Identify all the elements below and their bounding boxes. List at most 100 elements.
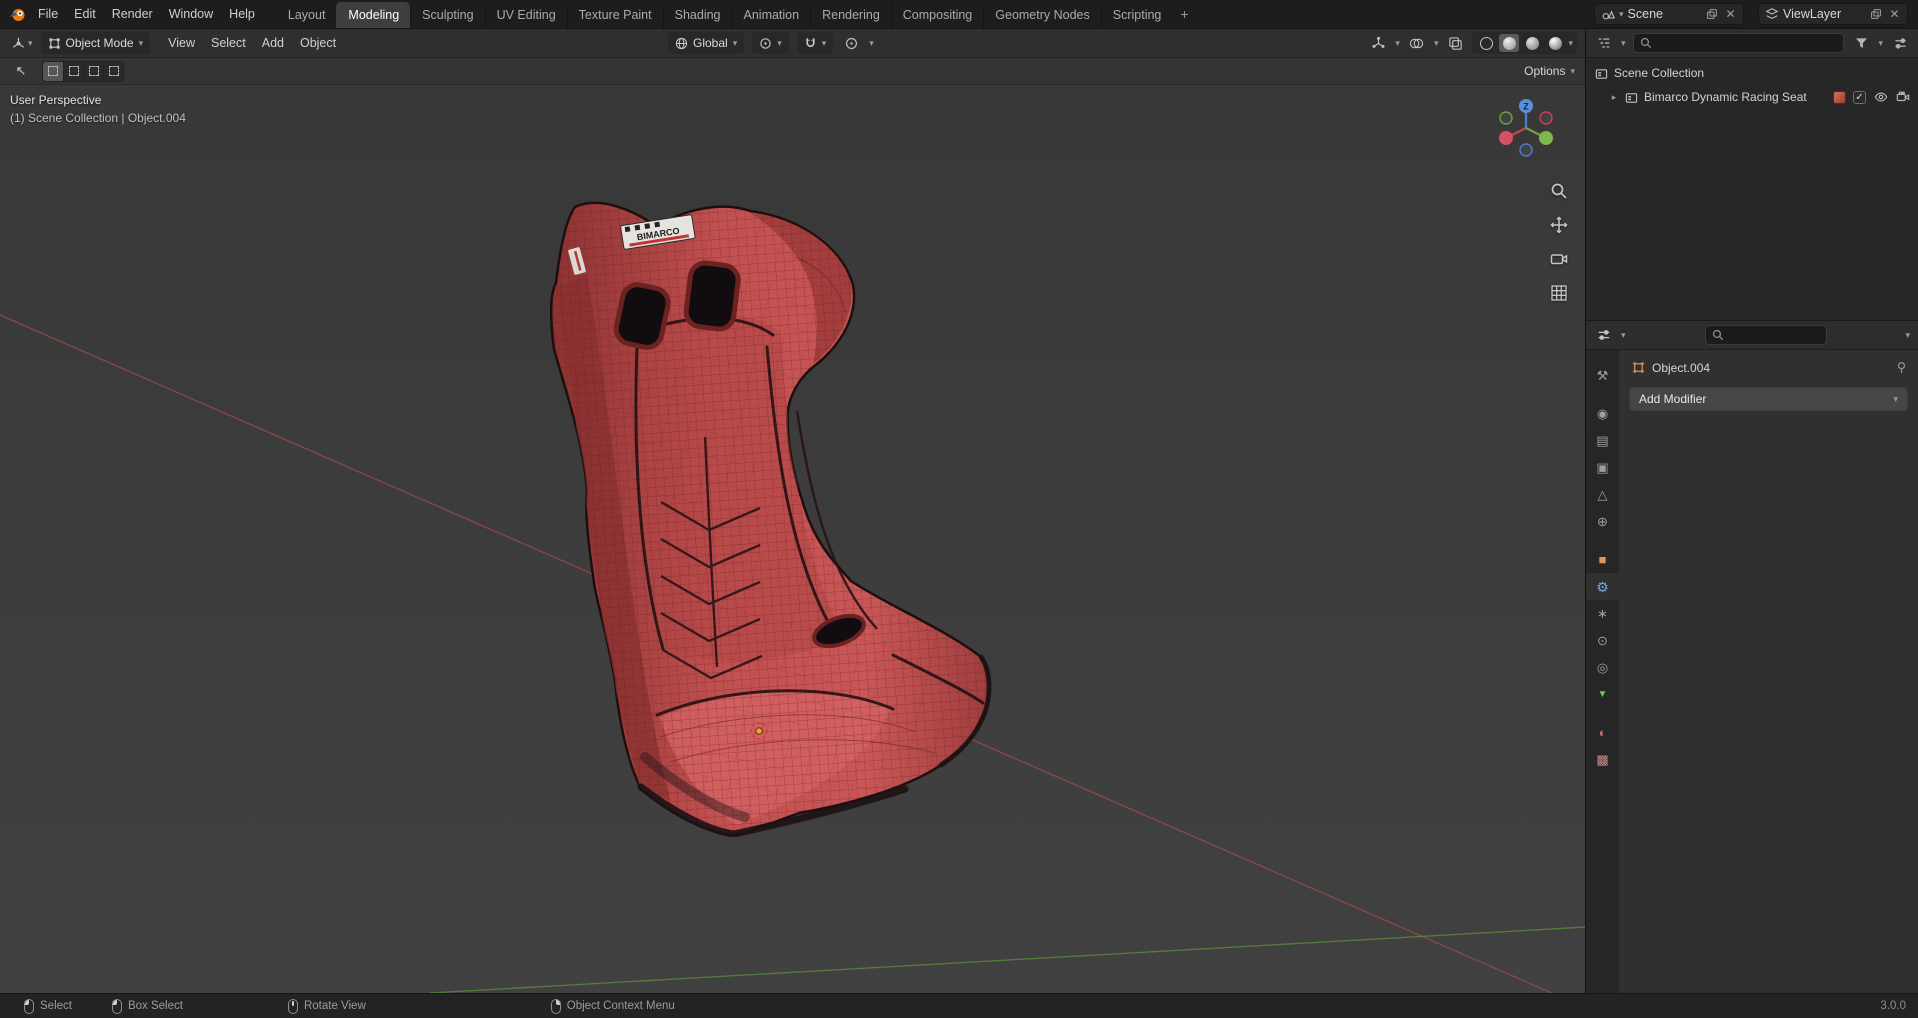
- workspace-tab[interactable]: Shading: [662, 2, 732, 28]
- expand-arrow-icon[interactable]: ▸: [1609, 92, 1619, 103]
- workspace-tab[interactable]: UV Editing: [484, 2, 567, 28]
- select-mode-extend-icon[interactable]: [63, 61, 83, 81]
- properties-tab[interactable]: ⊕: [1586, 508, 1619, 535]
- outliner-display-options-icon[interactable]: [1890, 32, 1910, 54]
- select-mode-invert-icon[interactable]: [103, 61, 123, 81]
- gizmo-minus-x-axis[interactable]: [1539, 111, 1553, 125]
- select-mode-subtract-icon[interactable]: [83, 61, 103, 81]
- editor-type-properties-icon[interactable]: [1594, 324, 1614, 346]
- shading-rendered-icon[interactable]: [1545, 34, 1565, 52]
- zoom-icon[interactable]: [1547, 179, 1571, 203]
- topbar-menus: File Edit Render Window Help: [30, 3, 263, 25]
- gizmo-minus-z-axis[interactable]: [1519, 143, 1533, 157]
- hide-eye-icon[interactable]: [1873, 90, 1888, 105]
- navigation-gizmo[interactable]: Z: [1483, 85, 1569, 171]
- exclude-checkbox[interactable]: ✓: [1853, 90, 1866, 104]
- topbar-menu-item[interactable]: Edit: [66, 3, 104, 25]
- outliner-search-input[interactable]: [1632, 33, 1845, 53]
- shading-wireframe-icon[interactable]: [1476, 34, 1496, 52]
- transform-orientation-dropdown[interactable]: Global ▾: [668, 32, 745, 54]
- magnet-icon[interactable]: [804, 37, 817, 50]
- properties-tab[interactable]: ◉: [1586, 400, 1619, 427]
- blender-logo-icon[interactable]: [6, 4, 28, 24]
- status-hint-label: Box Select: [127, 1000, 183, 1012]
- workspace-tab[interactable]: Texture Paint: [566, 2, 663, 28]
- snap-dropdown[interactable]: ▾: [796, 32, 834, 54]
- editor-type-outliner-icon[interactable]: [1594, 32, 1614, 54]
- pivot-point-dropdown[interactable]: ▾: [752, 32, 789, 54]
- browse-scene-icon[interactable]: [1600, 7, 1615, 22]
- racing-seat-model[interactable]: BIMARCO: [545, 197, 995, 837]
- properties-tab[interactable]: ◎: [1586, 654, 1619, 681]
- workspace-tab[interactable]: Modeling: [336, 2, 411, 28]
- workspace-tab[interactable]: Rendering: [810, 2, 891, 28]
- viewport-menu-item[interactable]: View: [160, 31, 203, 55]
- mouse-right-icon: [550, 998, 561, 1014]
- add-workspace-button[interactable]: +: [1172, 6, 1196, 22]
- shading-material-icon[interactable]: [1522, 34, 1542, 52]
- shading-solid-icon[interactable]: [1499, 34, 1520, 52]
- move-view-icon[interactable]: [1547, 213, 1571, 237]
- properties-tab[interactable]: ■: [1586, 546, 1619, 573]
- remove-view-layer-icon[interactable]: ✕: [1887, 7, 1902, 22]
- unlink-scene-icon[interactable]: ✕: [1723, 7, 1738, 22]
- workspace-tab[interactable]: Animation: [731, 2, 811, 28]
- properties-tab[interactable]: ▤: [1586, 427, 1619, 454]
- properties-tab[interactable]: △: [1586, 481, 1619, 508]
- gizmo-minus-y-axis[interactable]: [1499, 111, 1513, 125]
- pin-icon[interactable]: [1895, 361, 1908, 374]
- properties-tab[interactable]: ⚙: [1586, 573, 1619, 600]
- scene-icon: △: [1597, 487, 1608, 502]
- search-icon: [1712, 329, 1723, 341]
- disable-render-camera-icon[interactable]: [1895, 90, 1910, 105]
- topbar-menu-item[interactable]: Window: [161, 3, 221, 25]
- gizmo-x-axis[interactable]: [1499, 131, 1513, 145]
- properties-tab[interactable]: ∗: [1586, 600, 1619, 627]
- toggle-xray-icon[interactable]: [1445, 32, 1465, 54]
- properties-tab[interactable]: ⚒: [1586, 362, 1619, 389]
- proportional-editing-icon[interactable]: [841, 32, 861, 54]
- topbar-menu-item[interactable]: Help: [221, 3, 263, 25]
- outliner-row-object[interactable]: ▸ Bimarco Dynamic Racing Seat ✓: [1586, 85, 1918, 109]
- mode-dropdown[interactable]: Object Mode ▾: [40, 32, 151, 54]
- properties-search-input[interactable]: [1704, 325, 1827, 345]
- viewport-menu-item[interactable]: Add: [254, 31, 292, 55]
- orientation-label: Global: [693, 36, 728, 50]
- active-tool-select-box-icon[interactable]: ↖: [10, 61, 32, 82]
- options-dropdown[interactable]: Options ▾: [1524, 64, 1575, 78]
- viewport-menu-item[interactable]: Object: [292, 31, 344, 55]
- chevron-down-icon: ▾: [1905, 329, 1910, 340]
- properties-tab[interactable]: ⊙: [1586, 627, 1619, 654]
- new-view-layer-icon[interactable]: [1868, 7, 1883, 22]
- toggle-ortho-grid-icon[interactable]: [1547, 281, 1571, 305]
- filter-icon[interactable]: [1851, 32, 1871, 54]
- viewport-canvas[interactable]: BIMARCO User Perspective (1) Scene Colle…: [0, 85, 1585, 993]
- select-mode-new-icon[interactable]: [43, 61, 63, 81]
- workspace-tab[interactable]: Geometry Nodes: [983, 2, 1100, 28]
- viewport-nav-controls: [1547, 179, 1571, 305]
- topbar-menu-item[interactable]: Render: [104, 3, 161, 25]
- workspace-tab[interactable]: Sculpting: [410, 2, 484, 28]
- view-perspective-label: User Perspective: [10, 93, 102, 107]
- workspace-tab[interactable]: Compositing: [890, 2, 983, 28]
- workspace-tab[interactable]: Scripting: [1100, 2, 1173, 28]
- show-overlays-icon[interactable]: [1407, 32, 1427, 54]
- properties-tab[interactable]: ▣: [1586, 454, 1619, 481]
- properties-tab[interactable]: ◐: [1586, 719, 1619, 746]
- gizmo-y-axis[interactable]: [1539, 131, 1553, 145]
- properties-tab[interactable]: ▩: [1586, 746, 1619, 773]
- new-scene-icon[interactable]: [1704, 7, 1719, 22]
- topbar-menu-item[interactable]: File: [30, 3, 66, 25]
- camera-view-icon[interactable]: [1547, 247, 1571, 271]
- outliner-row-scene-collection[interactable]: Scene Collection: [1586, 61, 1918, 85]
- scene-selector[interactable]: ▾ Scene ✕: [1594, 3, 1744, 25]
- view-layer-selector[interactable]: ViewLayer ✕: [1758, 3, 1908, 25]
- properties-tab[interactable]: ▼: [1586, 681, 1619, 708]
- add-modifier-button[interactable]: Add Modifier ▾: [1629, 387, 1908, 411]
- show-gizmo-icon[interactable]: [1368, 32, 1388, 54]
- viewport-menu-item[interactable]: Select: [203, 31, 254, 55]
- editor-type-3d-viewport-icon[interactable]: [8, 32, 28, 54]
- chevron-down-icon[interactable]: ▾: [1568, 38, 1573, 48]
- chevron-down-icon: ▾: [28, 37, 33, 48]
- workspace-tab[interactable]: Layout: [277, 2, 337, 28]
